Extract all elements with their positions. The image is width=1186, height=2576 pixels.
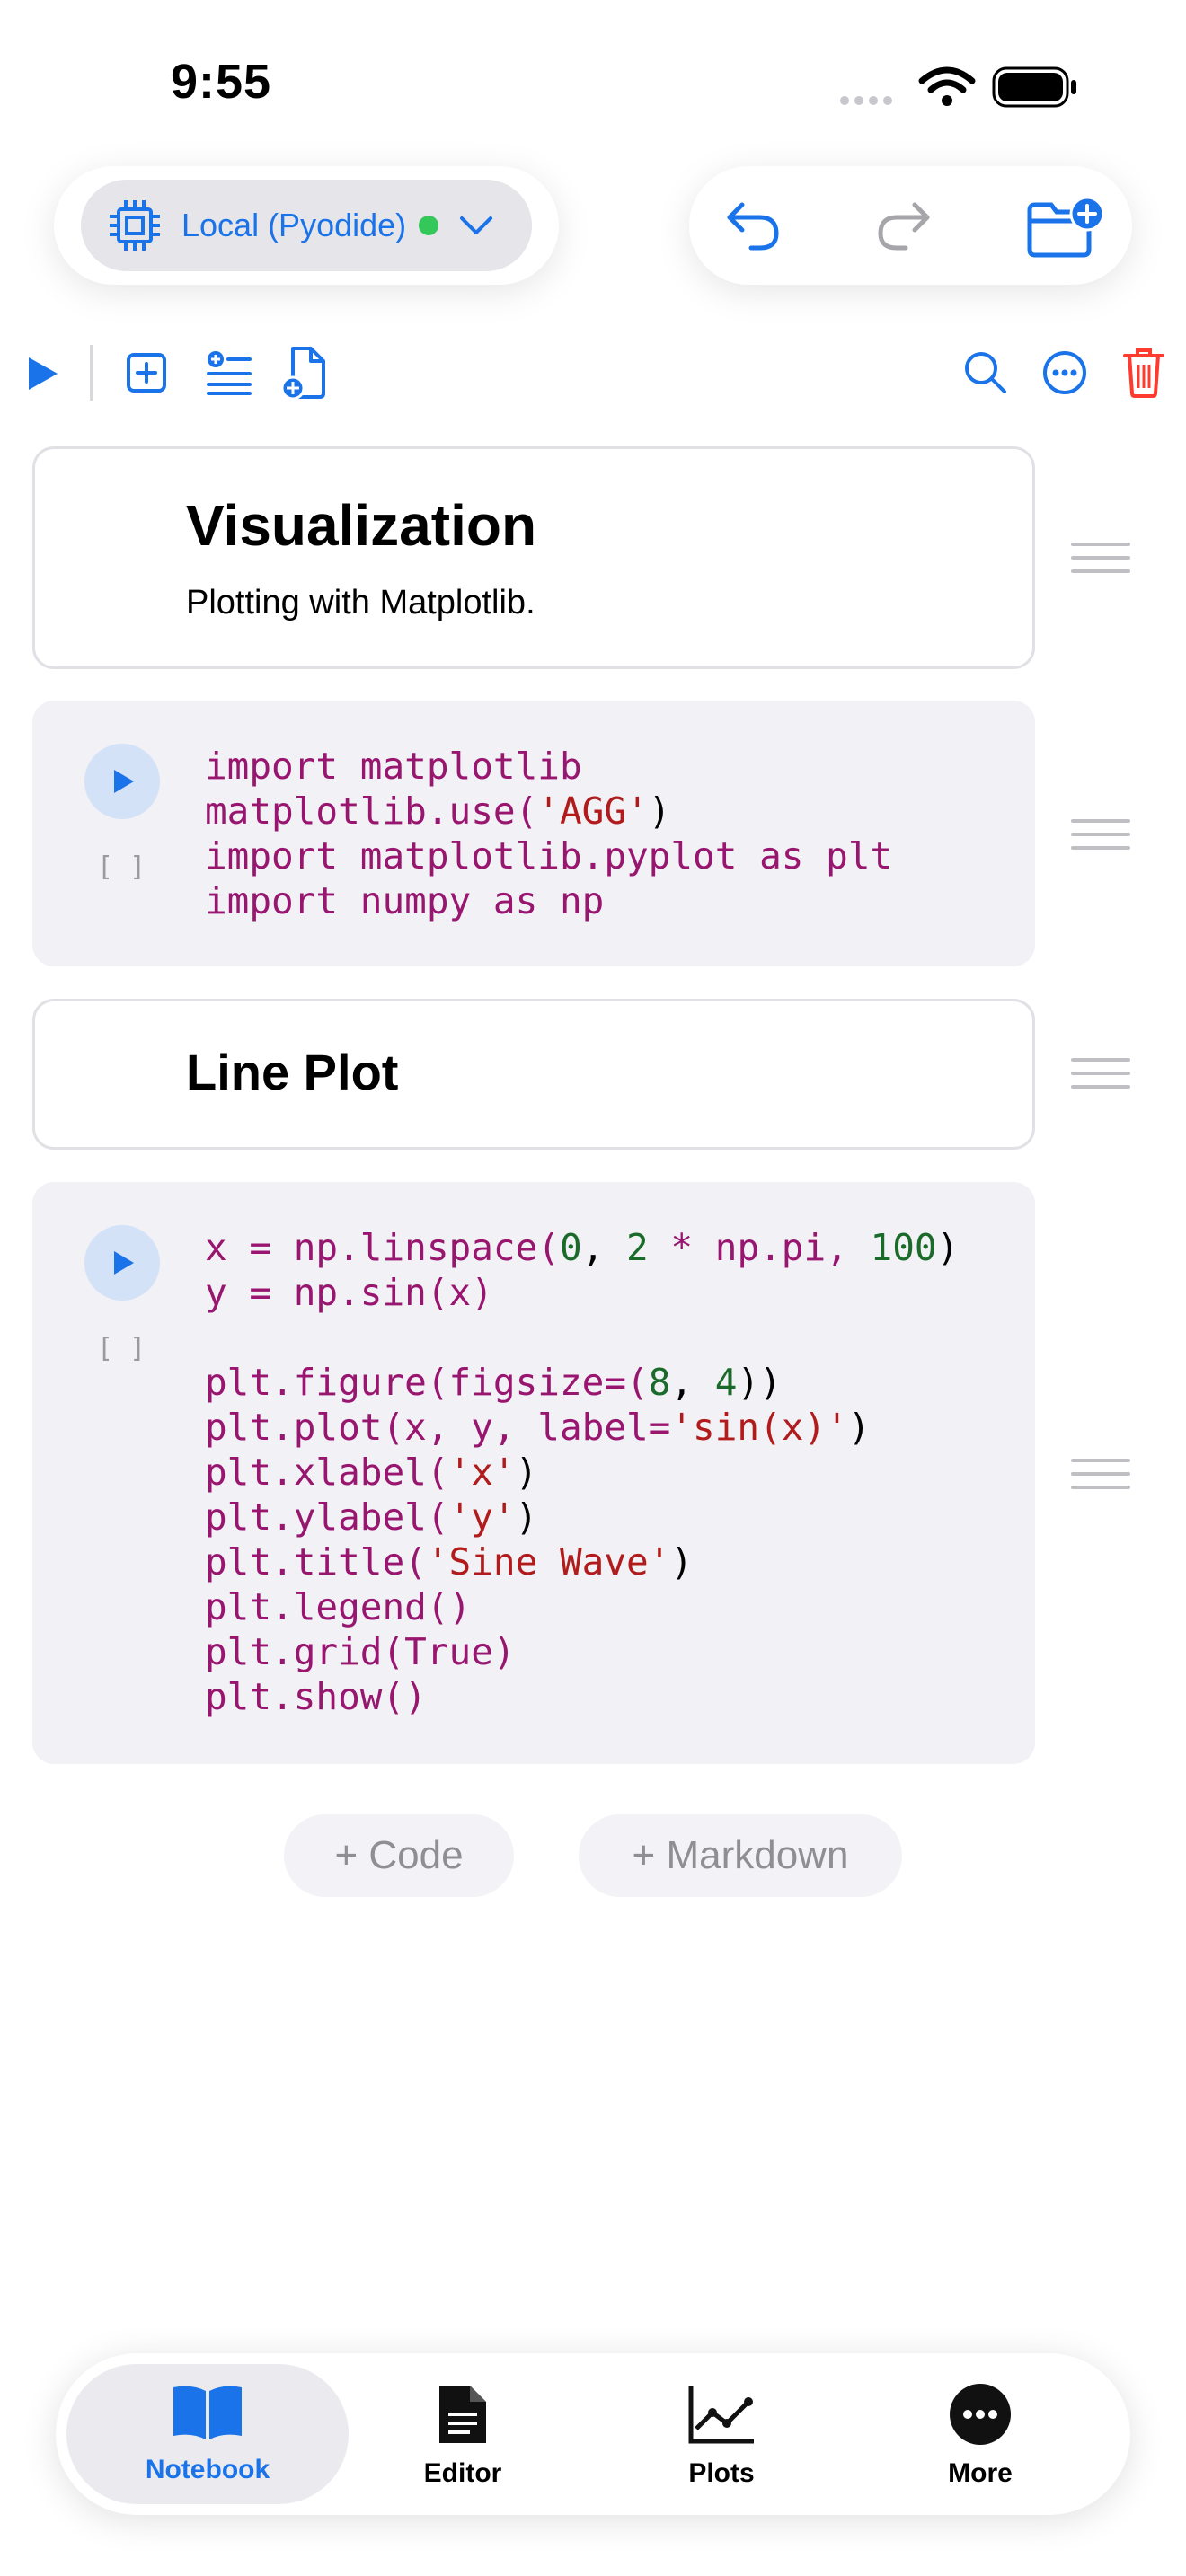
play-icon xyxy=(114,770,134,793)
drag-handle-icon[interactable] xyxy=(1071,1459,1130,1499)
status-time: 9:55 xyxy=(171,55,272,109)
code-editor[interactable]: import matplotlib matplotlib.use('AGG') … xyxy=(205,744,892,923)
tab-notebook[interactable]: Notebook xyxy=(118,2382,297,2485)
add-cell-icon[interactable] xyxy=(124,350,169,395)
execution-count: [ ] xyxy=(97,851,146,883)
play-icon xyxy=(114,1251,134,1275)
tab-editor[interactable]: Editor xyxy=(373,2382,553,2489)
search-icon[interactable] xyxy=(961,348,1010,397)
undo-icon[interactable] xyxy=(724,196,782,253)
code-cell[interactable]: [ ] x = np.linspace(0, 2 * np.pi, 100) y… xyxy=(32,1182,1035,1764)
chevron-down-icon xyxy=(460,216,493,234)
tab-label: More xyxy=(948,2458,1013,2488)
document-icon xyxy=(439,2386,486,2443)
ellipsis-icon xyxy=(950,2384,1011,2445)
drag-handle-icon[interactable] xyxy=(1071,543,1130,583)
tab-more[interactable]: More xyxy=(890,2382,1070,2489)
cell-text: Plotting with Matplotlib. xyxy=(186,584,535,622)
kernel-status-dot xyxy=(419,216,439,235)
tab-label: Editor xyxy=(423,2458,502,2488)
chart-icon xyxy=(688,2386,754,2444)
trash-icon[interactable] xyxy=(1121,345,1166,399)
insert-list-icon[interactable] xyxy=(205,348,253,397)
wifi-icon xyxy=(918,66,976,106)
run-cell-button[interactable] xyxy=(84,1225,160,1301)
kernel-label: Local (Pyodide) xyxy=(181,207,407,243)
kernel-selector[interactable]: Local (Pyodide) xyxy=(81,180,532,271)
toolbar-divider xyxy=(90,345,93,401)
redo-icon[interactable] xyxy=(875,196,933,253)
tab-label: Plots xyxy=(688,2458,755,2488)
markdown-cell[interactable]: Line Plot xyxy=(32,999,1035,1150)
execution-count: [ ] xyxy=(97,1333,146,1364)
cell-heading: Line Plot xyxy=(186,1044,399,1100)
tab-label: Notebook xyxy=(145,2455,270,2484)
drag-handle-icon[interactable] xyxy=(1071,1058,1130,1098)
cpu-icon xyxy=(110,200,160,251)
run-cell-button[interactable] xyxy=(84,744,160,819)
add-markdown-button[interactable]: + Markdown xyxy=(579,1814,902,1897)
new-folder-icon[interactable] xyxy=(1024,196,1105,260)
more-options-icon[interactable] xyxy=(1040,348,1089,397)
cellular-signal-icon xyxy=(840,93,898,110)
run-all-icon[interactable] xyxy=(22,354,61,393)
cell-heading: Visualization xyxy=(186,493,537,558)
new-document-icon[interactable] xyxy=(280,345,329,401)
tab-plots[interactable]: Plots xyxy=(632,2382,811,2489)
battery-icon xyxy=(992,66,1076,108)
code-editor[interactable]: x = np.linspace(0, 2 * np.pi, 100) y = n… xyxy=(205,1225,959,1719)
book-icon xyxy=(173,2386,242,2439)
add-code-button[interactable]: + Code xyxy=(284,1814,514,1897)
code-cell[interactable]: [ ] import matplotlib matplotlib.use('AG… xyxy=(32,701,1035,966)
drag-handle-icon[interactable] xyxy=(1071,819,1130,860)
markdown-cell[interactable]: Visualization Plotting with Matplotlib. xyxy=(32,446,1035,669)
